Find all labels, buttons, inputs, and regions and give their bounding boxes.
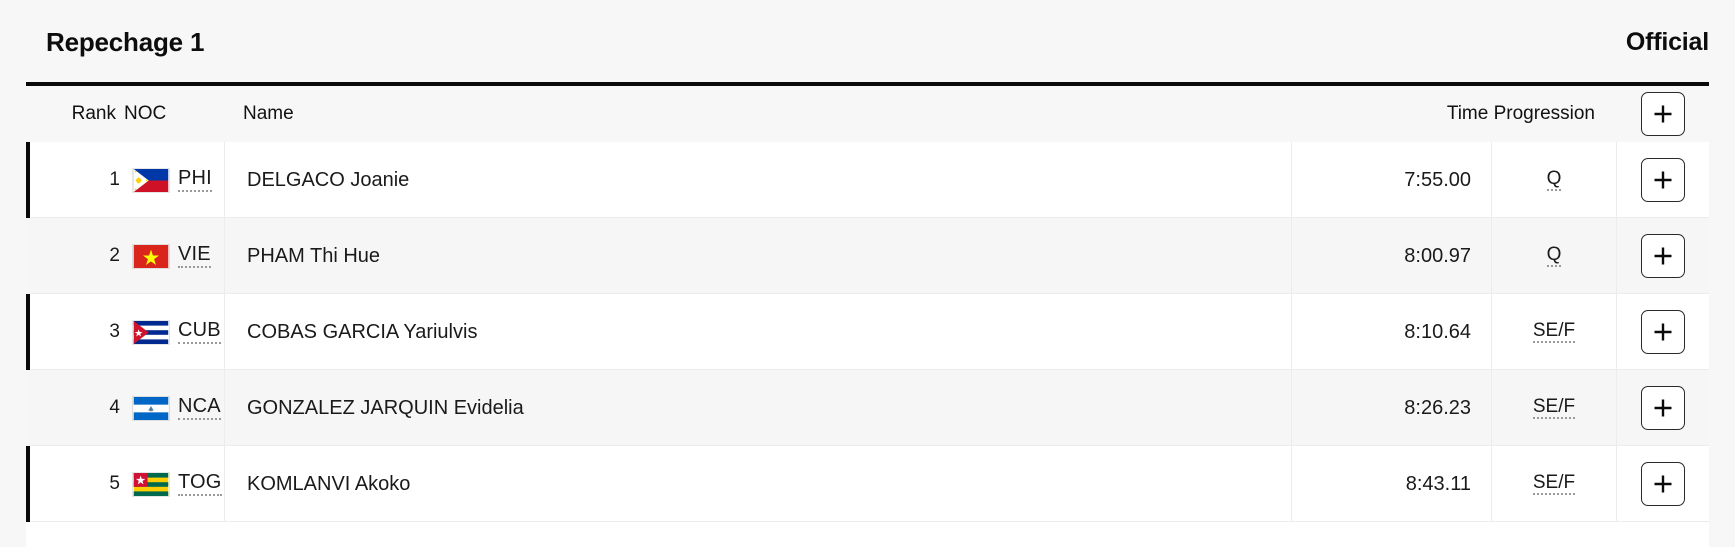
cell-expand xyxy=(1617,294,1709,370)
progression-code: SE/F xyxy=(1532,396,1576,420)
togo-flag xyxy=(132,471,170,497)
column-header-expand xyxy=(1617,86,1709,142)
expand-row-button[interactable] xyxy=(1641,462,1685,506)
cell-expand xyxy=(1617,370,1709,446)
cell-noc-code: TOG xyxy=(178,472,222,496)
cell-noc: VIE xyxy=(120,218,225,294)
cell-noc-code: PHI xyxy=(178,168,212,192)
philippines-flag xyxy=(132,167,170,193)
table-header-row: Rank NOC Name Time Progression xyxy=(26,86,1709,142)
expand-row-button[interactable] xyxy=(1641,158,1685,202)
progression-code: Q xyxy=(1546,168,1562,192)
table-row[interactable]: 5 TOG KOMLANVI Akoko 8:43.11 SE/F xyxy=(26,446,1709,522)
cell-noc: CUB xyxy=(120,294,225,370)
progression-code: SE/F xyxy=(1532,320,1576,344)
cell-noc: NCA xyxy=(120,370,225,446)
table-row-partial xyxy=(26,522,1709,547)
cell-noc: TOG xyxy=(120,446,225,522)
progression-code: SE/F xyxy=(1532,472,1576,496)
cell-athlete-name: DELGACO Joanie xyxy=(225,142,1292,218)
results-page: Repechage 1 Official Rank NOC Name Time … xyxy=(0,0,1735,547)
cell-progression: SE/F xyxy=(1492,370,1617,446)
cuba-flag xyxy=(132,319,170,345)
cell-time: 8:26.23 xyxy=(1292,370,1492,446)
phase-header: Repechage 1 Official xyxy=(0,0,1735,84)
progression-code: Q xyxy=(1546,244,1562,268)
results-table: Rank NOC Name Time Progression 1 PHI DEL… xyxy=(26,82,1709,547)
column-header-noc: NOC xyxy=(124,103,167,124)
table-row[interactable]: 3 CUB COBAS GARCIA Yariulvis 8:10.64 SE/… xyxy=(26,294,1709,370)
cell-progression: Q xyxy=(1492,142,1617,218)
cell-progression: SE/F xyxy=(1492,446,1617,522)
cell-noc: PHI xyxy=(120,142,225,218)
cell-rank: 5 xyxy=(109,473,120,494)
cell-rank: 1 xyxy=(109,169,120,190)
cell-rank: 3 xyxy=(109,321,120,342)
cell-progression: Q xyxy=(1492,218,1617,294)
expand-all-button[interactable] xyxy=(1641,92,1685,136)
expand-row-button[interactable] xyxy=(1641,234,1685,278)
plus-icon xyxy=(1654,399,1672,417)
cell-rank: 4 xyxy=(109,397,120,418)
vietnam-flag xyxy=(132,243,170,269)
cell-rank: 2 xyxy=(109,245,120,266)
cell-athlete-name: COBAS GARCIA Yariulvis xyxy=(225,294,1292,370)
cell-progression: SE/F xyxy=(1492,294,1617,370)
plus-icon xyxy=(1654,247,1672,265)
status-badge: Official xyxy=(1625,27,1709,56)
table-row[interactable]: 4 NCA GONZALEZ JARQUIN Evidelia 8:26.23 … xyxy=(26,370,1709,446)
cell-noc-code: CUB xyxy=(178,320,221,344)
cell-time: 8:43.11 xyxy=(1292,446,1492,522)
plus-icon xyxy=(1654,323,1672,341)
cell-time: 8:10.64 xyxy=(1292,294,1492,370)
cell-time: 8:00.97 xyxy=(1292,218,1492,294)
column-header-time-progression: Time Progression xyxy=(1446,103,1595,124)
plus-icon xyxy=(1654,475,1672,493)
cell-expand xyxy=(1617,218,1709,294)
plus-icon xyxy=(1654,171,1672,189)
expand-row-button[interactable] xyxy=(1641,310,1685,354)
cell-athlete-name: KOMLANVI Akoko xyxy=(225,446,1292,522)
table-row[interactable]: 2 VIE PHAM Thi Hue 8:00.97 Q xyxy=(26,218,1709,294)
cell-expand xyxy=(1617,446,1709,522)
cell-noc-code: NCA xyxy=(178,396,221,420)
column-header-name: Name xyxy=(243,103,294,124)
cell-expand xyxy=(1617,142,1709,218)
column-header-rank: Rank xyxy=(71,103,116,124)
plus-icon xyxy=(1654,105,1672,123)
cell-athlete-name: PHAM Thi Hue xyxy=(225,218,1292,294)
cell-noc-code: VIE xyxy=(178,244,211,268)
expand-row-button[interactable] xyxy=(1641,386,1685,430)
cell-athlete-name: GONZALEZ JARQUIN Evidelia xyxy=(225,370,1292,446)
nicaragua-flag xyxy=(132,395,170,421)
cell-time: 7:55.00 xyxy=(1292,142,1492,218)
table-row[interactable]: 1 PHI DELGACO Joanie 7:55.00 Q xyxy=(26,142,1709,218)
page-title: Repechage 1 xyxy=(46,26,205,57)
